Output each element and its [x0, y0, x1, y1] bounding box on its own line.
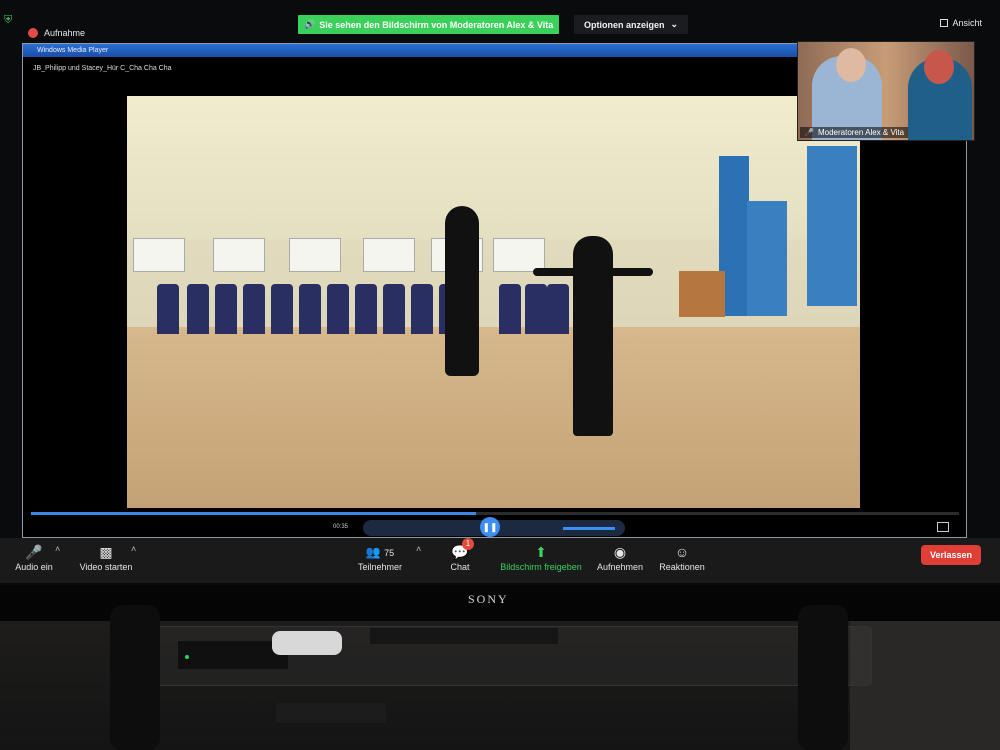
- video-poster: [213, 238, 265, 272]
- record-icon: ◉: [613, 544, 627, 560]
- tv-screen: ⛨ Aufnahme 🔊 Sie sehen den Bildschirm vo…: [0, 0, 1000, 585]
- recording-label: Aufnahme: [44, 28, 86, 38]
- record-label: Aufnehmen: [596, 562, 644, 572]
- remote-control: [276, 703, 386, 723]
- view-button[interactable]: Ansicht: [940, 18, 982, 28]
- video-chair: [157, 284, 179, 334]
- player-filename: JB_Philipp und Stacey_Hür C_Cha Cha Cha: [33, 65, 172, 72]
- participants-icon: 👥 75: [365, 545, 395, 559]
- video-chair: [327, 284, 349, 334]
- video-chair: [383, 284, 405, 334]
- video-chair: [499, 284, 521, 334]
- participants-button[interactable]: 👥 75 Teilnehmer: [352, 542, 408, 572]
- share-label: Bildschirm freigeben: [500, 562, 582, 572]
- grid-icon: [940, 19, 949, 27]
- record-button[interactable]: ◉ Aufnehmen: [594, 542, 646, 572]
- share-screen-icon: ⬆: [535, 544, 547, 560]
- video-poster: [133, 238, 185, 272]
- participant-face: [924, 50, 954, 84]
- participant-name: Moderatoren Alex & Vita: [817, 128, 905, 137]
- seek-bar[interactable]: [31, 512, 959, 515]
- room-wall: [850, 621, 1000, 750]
- video-label: Video starten: [79, 562, 133, 572]
- stand-leg: [798, 605, 848, 750]
- tv-brand: SONY: [468, 592, 509, 606]
- video-window-pane: [807, 146, 857, 306]
- audio-label: Audio ein: [15, 562, 53, 572]
- chat-label: Chat: [450, 562, 470, 572]
- video-button[interactable]: ▩ Video starten: [74, 542, 138, 572]
- participant-video-tile[interactable]: 🎤 Moderatoren Alex & Vita: [797, 41, 975, 141]
- share-banner: 🔊 Sie sehen den Bildschirm von Moderator…: [298, 15, 560, 34]
- player-controls: 00:35 ❚❚: [23, 510, 966, 538]
- video-poster: [289, 238, 341, 272]
- video-chair: [243, 284, 265, 334]
- white-device: [272, 631, 342, 655]
- mic-muted-icon: 🎤: [804, 128, 814, 137]
- share-banner-text: Sie sehen den Bildschirm von Moderatoren…: [319, 19, 554, 30]
- options-button[interactable]: Optionen anzeigen ⌄: [574, 15, 689, 34]
- video-chair: [411, 284, 433, 334]
- chat-badge: 1: [462, 538, 474, 550]
- participant-face: [836, 48, 866, 82]
- stand-leg: [110, 605, 160, 750]
- male-dancer: [573, 236, 613, 436]
- video-shelf: [679, 271, 725, 317]
- audio-button[interactable]: 🎤 Audio ein: [12, 542, 56, 572]
- chevron-up-icon[interactable]: ˄: [55, 544, 60, 554]
- video-window-pane: [747, 201, 787, 316]
- reactions-button[interactable]: ☺ Reaktionen: [656, 542, 708, 572]
- video-chair: [525, 284, 547, 334]
- participants-label: Teilnehmer: [357, 562, 403, 572]
- fullscreen-icon[interactable]: [937, 522, 949, 532]
- video-chair: [299, 284, 321, 334]
- male-dancer-arms: [533, 268, 653, 276]
- options-label: Optionen anzeigen: [584, 19, 665, 30]
- remote-control: [370, 628, 558, 644]
- video-chair: [215, 284, 237, 334]
- view-label: Ansicht: [952, 18, 982, 28]
- video-poster: [363, 238, 415, 272]
- chevron-down-icon: ⌄: [670, 19, 679, 29]
- reactions-label: Reaktionen: [659, 562, 705, 572]
- speaker-icon: 🔊: [304, 19, 316, 29]
- shield-icon[interactable]: ⛨: [4, 14, 16, 26]
- meeting-toolbar: 🎤 Audio ein ˄ ▩ Video starten ˄ 👥 75 Tei…: [0, 538, 1000, 583]
- video-floor: [127, 326, 860, 508]
- volume-slider[interactable]: [563, 527, 615, 530]
- video-poster: [493, 238, 545, 272]
- leave-button[interactable]: Verlassen: [921, 545, 981, 565]
- video-frame[interactable]: [127, 96, 860, 508]
- participant-label: 🎤 Moderatoren Alex & Vita: [800, 127, 909, 138]
- video-chair: [187, 284, 209, 334]
- seek-bar-fill: [31, 512, 477, 515]
- video-chair: [547, 284, 569, 334]
- pause-button[interactable]: ❚❚: [480, 517, 500, 537]
- smiley-icon: ☺: [674, 544, 690, 560]
- video-chair: [355, 284, 377, 334]
- recording-indicator[interactable]: Aufnahme: [28, 28, 85, 38]
- time-display: 00:35: [333, 524, 349, 530]
- female-dancer: [445, 206, 479, 376]
- video-chair: [271, 284, 293, 334]
- participants-count: 75: [384, 548, 395, 558]
- camera-off-icon: ▩: [99, 544, 113, 560]
- chevron-up-icon[interactable]: ˄: [131, 544, 136, 554]
- mic-muted-icon: 🎤: [25, 544, 43, 560]
- chevron-up-icon[interactable]: ˄: [416, 544, 421, 554]
- status-led: [185, 655, 189, 659]
- share-screen-button[interactable]: ⬆ Bildschirm freigeben: [496, 542, 586, 572]
- record-dot-icon: [28, 28, 38, 38]
